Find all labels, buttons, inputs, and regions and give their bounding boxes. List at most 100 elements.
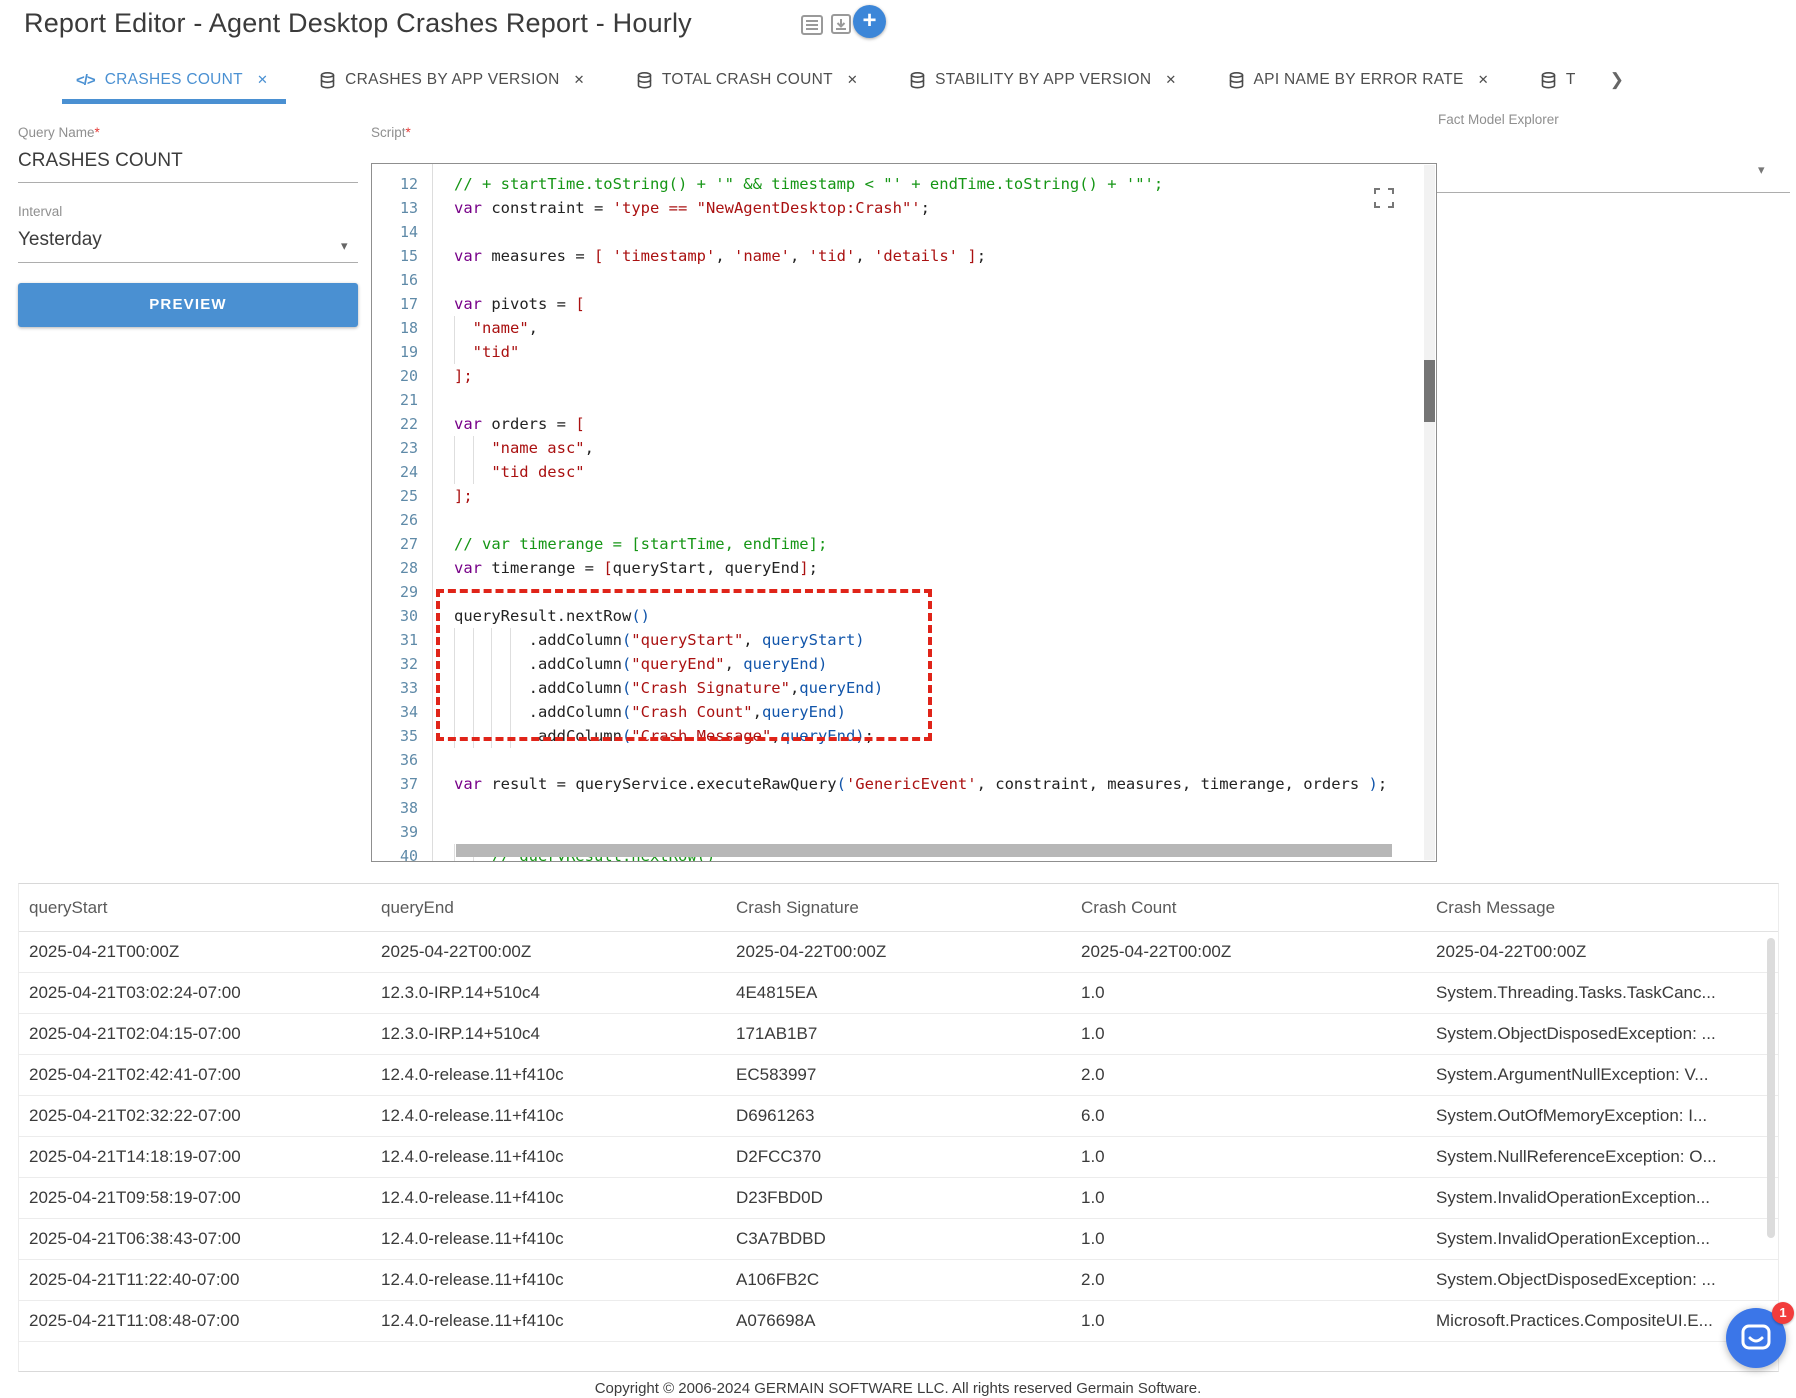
report-tabs: </>CRASHES COUNT✕ CRASHES BY APP VERSION ✕… <box>72 56 1624 104</box>
code-line-14[interactable] <box>454 220 1422 244</box>
cell: A106FB2C <box>736 1270 819 1290</box>
tab-label: CRASHES BY APP VERSION <box>345 71 560 89</box>
code-line-17[interactable]: var pivots = [ <box>454 292 1422 316</box>
table-row[interactable]: 2025-04-21T11:22:40-07:0012.4.0-release.… <box>19 1260 1778 1301</box>
table-row[interactable]: 2025-04-21T00:00Z2025-04-22T00:00Z2025-0… <box>19 932 1778 973</box>
tab-total-crash-count[interactable]: TOTAL CRASH COUNT✕ <box>633 56 862 104</box>
table-row[interactable]: 2025-04-21T09:58:19-07:0012.4.0-release.… <box>19 1178 1778 1219</box>
code-line-38[interactable] <box>454 796 1422 820</box>
table-row[interactable]: 2025-04-21T03:02:24-07:0012.3.0-IRP.14+5… <box>19 973 1778 1014</box>
code-line-23[interactable]: "name asc", <box>454 436 1422 460</box>
indent-guide <box>473 460 492 484</box>
code-line-21[interactable] <box>454 388 1422 412</box>
query-name-input[interactable]: CRASHES COUNT <box>18 150 183 172</box>
indent-guide <box>510 700 529 724</box>
line-number: 22 <box>372 412 432 436</box>
report-list-icon[interactable] <box>801 14 823 36</box>
cell: 2025-04-21T00:00Z <box>29 942 179 962</box>
line-number: 28 <box>372 556 432 580</box>
close-tab-icon[interactable]: ✕ <box>257 72 268 88</box>
chevron-down-icon[interactable]: ▾ <box>341 238 348 254</box>
tab-api-name-by-error-rate[interactable]: API NAME BY ERROR RATE✕ <box>1225 56 1493 104</box>
column-header-crash-count[interactable]: Crash Count <box>1081 898 1176 918</box>
editor-vertical-scrollbar[interactable] <box>1424 165 1435 860</box>
code-line-31[interactable]: .addColumn("queryStart", queryStart) <box>454 628 1422 652</box>
code-line-24[interactable]: "tid desc" <box>454 460 1422 484</box>
code-line-20[interactable]: ]; <box>454 364 1422 388</box>
table-vertical-scrollbar-thumb[interactable] <box>1767 938 1775 1238</box>
tab-stability-by-app-version[interactable]: STABILITY BY APP VERSION ✕ <box>906 56 1180 104</box>
code-line-26[interactable] <box>454 508 1422 532</box>
code-line-30[interactable]: queryResult.nextRow() <box>454 604 1422 628</box>
table-row[interactable]: 2025-04-21T02:42:41-07:0012.4.0-release.… <box>19 1055 1778 1096</box>
editor-code-area[interactable]: // + startTime.toString() + '" && timest… <box>454 172 1422 862</box>
interval-select[interactable]: Yesterday <box>18 229 102 251</box>
close-tab-icon[interactable]: ✕ <box>1478 72 1489 88</box>
line-number: 23 <box>372 436 432 460</box>
cell: C3A7BDBD <box>736 1229 826 1249</box>
cell: System.NullReferenceException: O... <box>1436 1147 1717 1167</box>
close-tab-icon[interactable]: ✕ <box>1165 72 1176 88</box>
code-line-39[interactable] <box>454 820 1422 844</box>
save-report-icon[interactable] <box>831 14 853 36</box>
code-line-15[interactable]: var measures = [ 'timestamp', 'name', 't… <box>454 244 1422 268</box>
add-report-icon[interactable]: + <box>853 5 886 38</box>
fact-model-explorer-select[interactable] <box>1436 192 1790 193</box>
line-number: 27 <box>372 532 432 556</box>
cell: 6.0 <box>1081 1106 1105 1126</box>
column-header-querystart[interactable]: queryStart <box>29 898 107 918</box>
cell: 1.0 <box>1081 1229 1105 1249</box>
script-code-editor[interactable]: 1213141516171819202122232425262728293031… <box>371 163 1437 862</box>
tabs-scroll-right-icon[interactable]: ❯ <box>1610 70 1624 90</box>
code-line-12[interactable]: // + startTime.toString() + '" && timest… <box>454 172 1422 196</box>
code-line-19[interactable]: "tid" <box>454 340 1422 364</box>
indent-guide <box>454 628 473 652</box>
code-line-18[interactable]: "name", <box>454 316 1422 340</box>
close-tab-icon[interactable]: ✕ <box>847 72 858 88</box>
chat-bubble-icon <box>1741 1324 1771 1352</box>
table-row[interactable]: 2025-04-21T11:08:48-07:0012.4.0-release.… <box>19 1301 1778 1342</box>
line-number: 18 <box>372 316 432 340</box>
indent-guide <box>491 676 510 700</box>
close-tab-icon[interactable]: ✕ <box>574 72 585 88</box>
code-line-34[interactable]: .addColumn("Crash Count",queryEnd) <box>454 700 1422 724</box>
code-line-29[interactable] <box>454 580 1422 604</box>
preview-button[interactable]: PREVIEW <box>18 283 358 327</box>
tab-crashes-count[interactable]: </>CRASHES COUNT✕ <box>72 56 272 104</box>
chevron-down-icon[interactable]: ▾ <box>1758 162 1765 178</box>
query-name-underline <box>18 182 358 183</box>
code-line-27[interactable]: // var timerange = [startTime, endTime]; <box>454 532 1422 556</box>
table-row[interactable]: 2025-04-21T06:38:43-07:0012.4.0-release.… <box>19 1219 1778 1260</box>
indent-guide <box>454 676 473 700</box>
table-row[interactable]: 2025-04-21T14:18:19-07:0012.4.0-release.… <box>19 1137 1778 1178</box>
code-line-25[interactable]: ]; <box>454 484 1422 508</box>
code-line-16[interactable] <box>454 268 1422 292</box>
results-table: queryStart queryEnd Crash Signature Crash C… <box>18 883 1779 1372</box>
editor-horizontal-scrollbar-thumb[interactable] <box>456 844 1392 857</box>
cell: System.Threading.Tasks.TaskCanc... <box>1436 983 1716 1003</box>
code-line-13[interactable]: var constraint = 'type == "NewAgentDeskt… <box>454 196 1422 220</box>
code-line-32[interactable]: .addColumn("queryEnd", queryEnd) <box>454 652 1422 676</box>
indent-guide <box>473 676 492 700</box>
tab-label: STABILITY BY APP VERSION <box>935 71 1151 89</box>
code-line-35[interactable]: .addColumn("Crash Message",queryEnd); <box>454 724 1422 748</box>
code-line-36[interactable] <box>454 748 1422 772</box>
cell: 2025-04-21T09:58:19-07:00 <box>29 1188 241 1208</box>
tab-crashes-by-app-version[interactable]: CRASHES BY APP VERSION ✕ <box>316 56 589 104</box>
table-row[interactable]: 2025-04-21T02:04:15-07:0012.3.0-IRP.14+5… <box>19 1014 1778 1055</box>
cell: System.OutOfMemoryException: I... <box>1436 1106 1707 1126</box>
code-line-22[interactable]: var orders = [ <box>454 412 1422 436</box>
tab-t[interactable]: T <box>1537 56 1580 104</box>
column-header-crash-signature[interactable]: Crash Signature <box>736 898 859 918</box>
code-line-37[interactable]: var result = queryService.executeRawQuer… <box>454 772 1422 796</box>
code-line-33[interactable]: .addColumn("Crash Signature",queryEnd) <box>454 676 1422 700</box>
table-row-clipped[interactable]: 2025-04-21T10:51:10-07:0012.4.0-release.… <box>19 1342 1778 1372</box>
editor-vertical-scrollbar-thumb[interactable] <box>1424 360 1435 422</box>
cell: EC583997 <box>736 1065 816 1085</box>
dataset-icon <box>910 72 925 89</box>
fullscreen-icon[interactable] <box>1374 188 1394 208</box>
column-header-queryend[interactable]: queryEnd <box>381 898 454 918</box>
table-row[interactable]: 2025-04-21T02:32:22-07:0012.4.0-release.… <box>19 1096 1778 1137</box>
code-line-28[interactable]: var timerange = [queryStart, queryEnd]; <box>454 556 1422 580</box>
column-header-crash-message[interactable]: Crash Message <box>1436 898 1555 918</box>
